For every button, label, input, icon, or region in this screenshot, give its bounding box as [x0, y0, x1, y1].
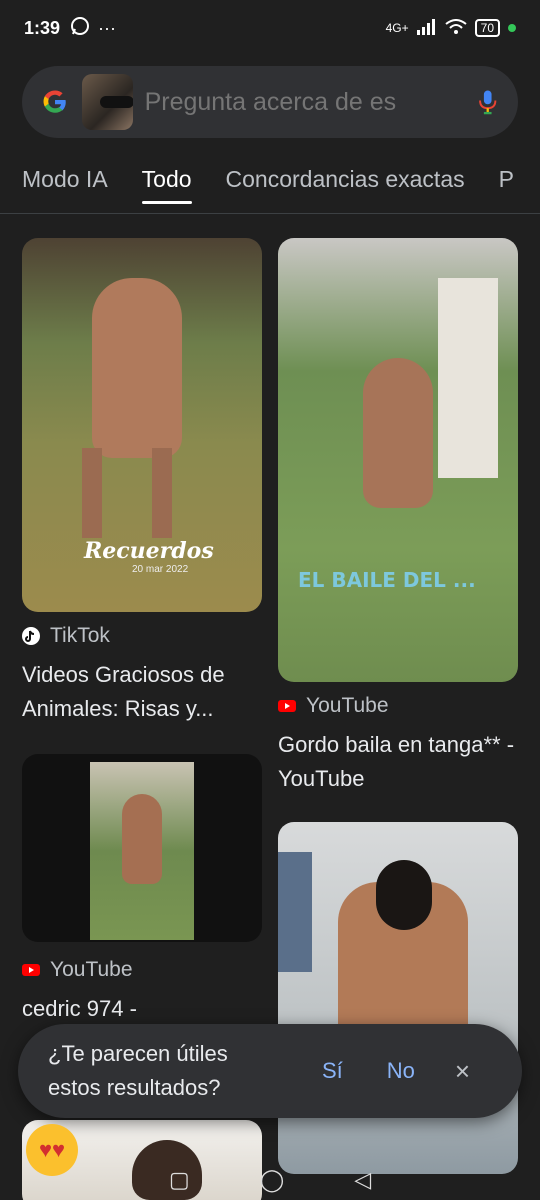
feedback-popup: ¿Te parecen útiles estos resultados? Sí …: [18, 1024, 522, 1118]
filter-tabs: Modo IA Todo Concordancias exactas P: [0, 158, 540, 214]
system-nav-bar: ▢ ◯ ◁: [0, 1160, 540, 1200]
result-image[interactable]: EL BAILE DEL ...: [278, 238, 518, 682]
result-source[interactable]: YouTube: [278, 694, 518, 718]
tiktok-icon: [22, 627, 40, 645]
tab-modo-ia[interactable]: Modo IA: [22, 158, 108, 213]
recents-icon[interactable]: ▢: [169, 1167, 190, 1193]
result-source[interactable]: YouTube: [22, 958, 262, 982]
tab-more[interactable]: P: [499, 158, 514, 213]
result-title[interactable]: cedric 974 -: [22, 992, 262, 1026]
search-input[interactable]: [144, 87, 467, 117]
image-overlay-date: 20 mar 2022: [132, 564, 189, 575]
signal-icon: [416, 18, 437, 38]
image-overlay-text: EL BAILE DEL ...: [298, 568, 476, 592]
result-image[interactable]: [278, 822, 518, 1174]
back-icon[interactable]: ◁: [354, 1167, 371, 1193]
search-image-thumbnail[interactable]: [82, 74, 133, 130]
youtube-icon: [278, 700, 296, 712]
result-title[interactable]: Videos Graciosos de Animales: Risas y...: [22, 658, 262, 726]
feedback-question: ¿Te parecen útiles estos resultados?: [48, 1041, 228, 1100]
home-icon[interactable]: ◯: [260, 1167, 285, 1193]
status-bar: 1:39 ··· 4G+ 70: [0, 0, 540, 56]
source-name: YouTube: [50, 958, 133, 981]
tab-concordancias-exactas[interactable]: Concordancias exactas: [226, 158, 465, 213]
source-name: TikTok: [50, 624, 110, 647]
feedback-yes-button[interactable]: Sí: [322, 1058, 343, 1084]
result-card[interactable]: [278, 822, 518, 1174]
privacy-dot: [508, 24, 516, 32]
tab-todo[interactable]: Todo: [141, 158, 192, 213]
wifi-icon: [445, 18, 467, 38]
feedback-no-button[interactable]: No: [387, 1058, 415, 1084]
result-image[interactable]: Recuerdos 20 mar 2022: [22, 238, 262, 612]
result-title[interactable]: Gordo baila en tanga** - YouTube: [278, 728, 518, 796]
google-logo-icon: [43, 90, 66, 113]
more-dots-icon: ···: [98, 17, 117, 38]
result-card[interactable]: EL BAILE DEL ... YouTube Gordo baila en …: [278, 238, 518, 796]
whatsapp-icon: [70, 16, 90, 41]
result-image[interactable]: [22, 754, 262, 942]
search-bar[interactable]: [22, 66, 518, 138]
close-icon[interactable]: ×: [455, 1056, 470, 1087]
result-card[interactable]: Recuerdos 20 mar 2022 TikTok Videos Grac…: [22, 238, 262, 726]
image-overlay-text: Recuerdos: [84, 538, 214, 564]
result-card[interactable]: YouTube cedric 974 -: [22, 754, 262, 1026]
network-label: 4G+: [385, 21, 409, 35]
source-name: YouTube: [306, 694, 389, 717]
mic-icon[interactable]: [477, 85, 498, 119]
result-source[interactable]: TikTok: [22, 624, 262, 648]
status-time: 1:39: [24, 17, 61, 38]
battery-icon: 70: [474, 19, 500, 37]
youtube-icon: [22, 964, 40, 976]
